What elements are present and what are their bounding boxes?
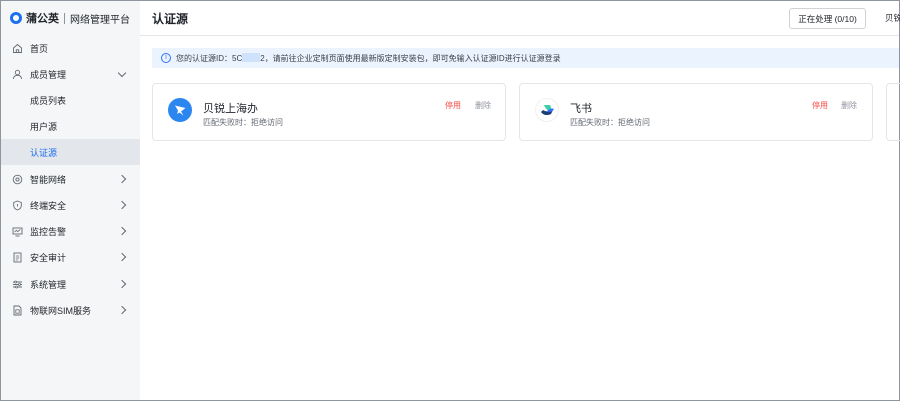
sidebar-item-user-source[interactable]: 用户源 [1,113,140,139]
feishu-logo-icon [535,98,559,122]
auth-source-name: 贝锐上海办 [203,103,258,115]
sidebar-item-member-list[interactable]: 成员列表 [1,87,140,113]
sidebar-item-label: 智能网络 [30,174,67,185]
sidebar-item-label: 监控告警 [30,226,67,237]
auth-source-mismatch-policy: 匹配失败时：拒绝访问 [203,118,283,127]
sidebar-item-label: 认证源 [30,147,58,158]
chevron-right-icon [117,174,127,184]
dingtalk-logo-icon [168,98,192,122]
sidebar-item-iot-sim[interactable]: 物联网SIM服务 [1,297,140,323]
info-banner: i 您的认证源ID：5C 2，请前往企业定制页面使用最新版定制安装包，即可免输入认… [152,48,899,68]
info-suffix: ，请前往企业定制页面使用最新版定制安装包，即可免输入认证源ID进行认证源登录 [264,54,561,63]
sidebar-item-label: 首页 [30,43,49,54]
chevron-right-icon [117,279,127,289]
home-icon [12,43,23,54]
info-text: 您的认证源ID：5C 2，请前往企业定制页面使用最新版定制安装包，即可免输入认证源… [176,53,561,64]
brand-subtitle: 网络管理平台 [70,14,130,26]
sidebar-item-label: 成员列表 [30,95,67,106]
page-title: 认证源 [152,12,189,26]
delete-button[interactable]: 删除 [841,100,857,111]
chevron-right-icon [117,200,127,210]
sidebar-item-smart-network[interactable]: 智能网络 [1,166,140,192]
disable-button[interactable]: 停用 [812,100,828,111]
disable-button[interactable]: 停用 [445,100,461,111]
processing-button[interactable]: 正在处理 (0/10) [789,8,866,29]
delete-button[interactable]: 删除 [475,100,491,111]
auth-source-id-start: 5C [232,54,243,63]
chevron-right-icon [117,252,127,262]
monitor-icon [12,226,23,237]
settings-icon [12,279,23,290]
auth-source-mismatch-policy: 匹配失败时：拒绝访问 [570,118,650,127]
sidebar-item-label: 安全审计 [30,252,67,263]
auth-source-card[interactable]: 贝锐上海办 匹配失败时：拒绝访问 停用 删除 [152,83,506,141]
chevron-right-icon [117,305,127,315]
sidebar-item-monitor-alert[interactable]: 监控告警 [1,218,140,244]
sidebar-item-label: 用户源 [30,121,58,132]
sidebar-item-label: 系统管理 [30,279,67,290]
sidebar-item-label: 成员管理 [30,69,67,80]
sidebar-item-auth-source[interactable]: 认证源 [1,139,140,165]
brand-name: 蒲公英 [26,13,59,25]
chevron-down-icon [117,68,127,77]
sidebar: 蒲公英 网络管理平台 首页 成员管理 成员列表 用户源 认证源 智能网络 终端安… [1,1,140,400]
shield-icon [12,200,23,211]
sim-icon [12,305,23,316]
chevron-right-icon [117,226,127,236]
auth-source-card[interactable]: 飞书 匹配失败时：拒绝访问 停用 删除 [519,83,873,141]
sidebar-item-system[interactable]: 系统管理 [1,271,140,297]
user-icon [12,69,23,80]
sidebar-item-label: 终端安全 [30,200,67,211]
redaction-mask [242,53,261,62]
auth-source-name: 飞书 [570,103,592,115]
brand-divider [64,12,65,24]
info-icon: i [161,53,171,63]
brand-logo[interactable]: 蒲公英 网络管理平台 [10,9,130,27]
page-header: 认证源 正在处理 (0/10) 贝锐 [140,1,900,36]
sidebar-item-members[interactable]: 成员管理 [1,61,140,87]
smart-network-icon [12,174,23,185]
sidebar-item-security-audit[interactable]: 安全审计 [1,244,140,270]
user-menu[interactable]: 贝锐 [885,12,900,24]
info-prefix: 您的认证源ID： [176,54,232,63]
sidebar-item-home[interactable]: 首页 [1,35,140,61]
auth-source-card-partial[interactable] [886,83,900,141]
sidebar-item-label: 物联网SIM服务 [30,305,92,316]
brand-logo-icon [10,12,22,24]
audit-icon [12,252,23,263]
sidebar-item-terminal-security[interactable]: 终端安全 [1,192,140,218]
